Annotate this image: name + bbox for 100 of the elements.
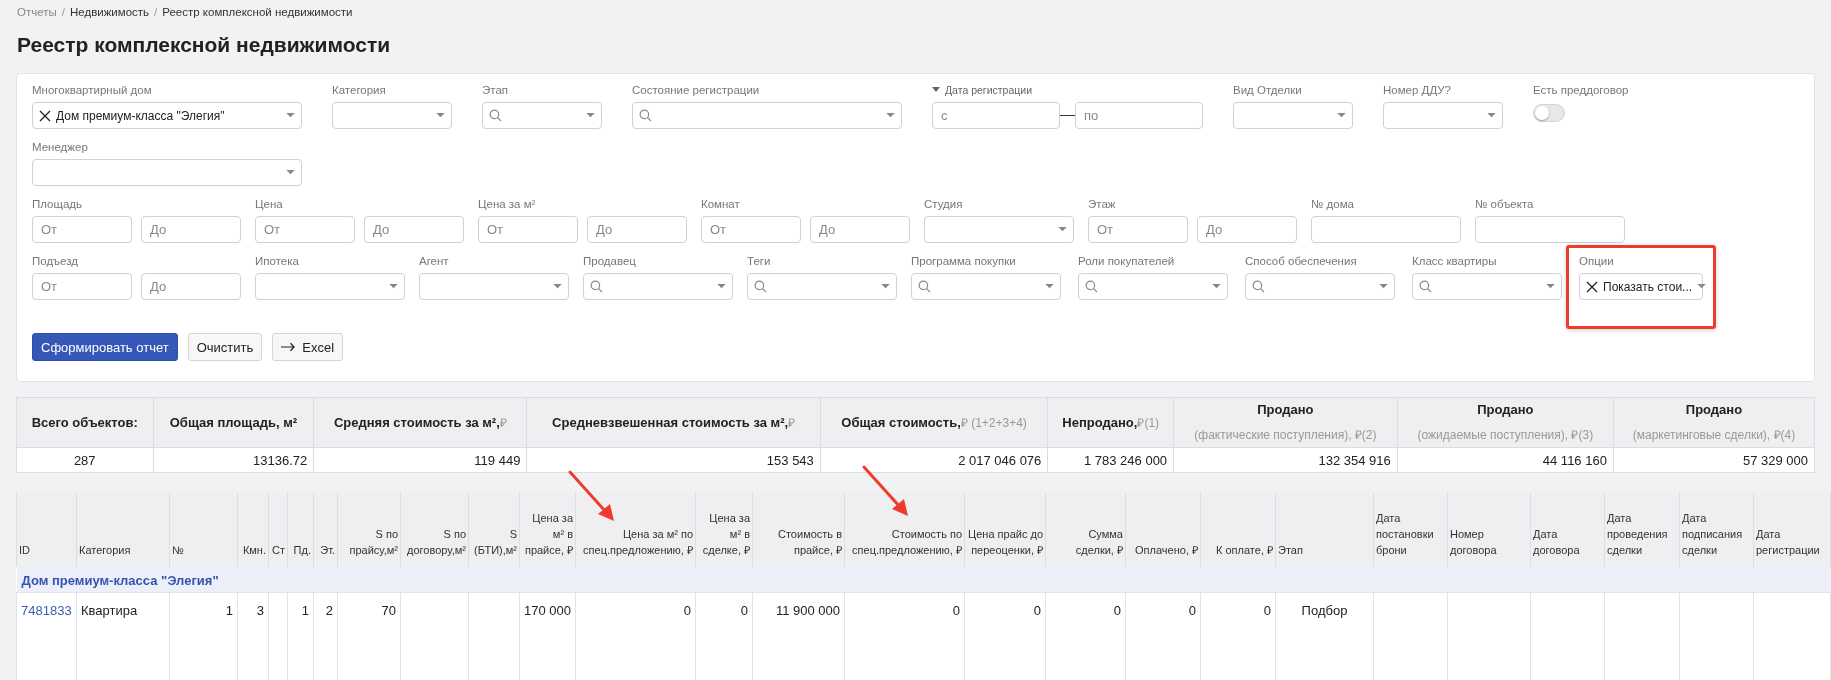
field-label: Продавец	[583, 255, 636, 267]
to-field[interactable]: До	[810, 216, 910, 243]
table-cell: 0	[683, 603, 691, 618]
column-header[interactable]: Цена за м² по спец.предложению, ₽	[575, 493, 696, 567]
column-header[interactable]: К оплате, ₽	[1200, 493, 1276, 567]
search-dropdown[interactable]	[583, 273, 733, 300]
search-dropdown[interactable]	[1412, 273, 1562, 300]
column-header[interactable]: Эт.	[313, 493, 338, 567]
column-header[interactable]: ID	[16, 493, 77, 567]
column-header[interactable]: S по договору,м²	[400, 493, 469, 567]
table-cell: 119 449	[313, 447, 527, 473]
field-label: Программа покупки	[911, 255, 1016, 267]
search-dropdown[interactable]	[632, 102, 902, 129]
column-header[interactable]: S по прайсу,м²	[337, 493, 401, 567]
column-header[interactable]: Стоимость по спец.предложению, ₽	[844, 493, 965, 567]
column-header[interactable]: Дата проведения сделки	[1604, 493, 1680, 567]
table-cell: 0	[1263, 603, 1271, 618]
column-header[interactable]: Оплачено, ₽	[1125, 493, 1201, 567]
id-link[interactable]: 7481833	[21, 603, 72, 618]
to-field[interactable]: До	[364, 216, 464, 243]
column-header[interactable]: Номер договора	[1447, 493, 1531, 567]
column-header[interactable]: S (БТИ),м²	[468, 493, 520, 567]
text-field[interactable]	[1311, 216, 1461, 243]
search-icon	[489, 109, 502, 122]
column-header[interactable]: Цена прайс до переоценки, ₽	[964, 493, 1046, 567]
dropdown[interactable]	[255, 273, 405, 300]
to-field[interactable]: До	[1197, 216, 1297, 243]
table-cell: 0	[740, 603, 748, 618]
dropdown[interactable]	[1383, 102, 1503, 129]
from-field[interactable]: От	[1088, 216, 1188, 243]
from-field[interactable]: От	[32, 216, 132, 243]
search-dropdown[interactable]	[911, 273, 1061, 300]
table-cell: 13136.72	[153, 447, 314, 473]
dropdown[interactable]	[419, 273, 569, 300]
to-field[interactable]: До	[141, 216, 241, 243]
dropdown[interactable]	[332, 102, 452, 129]
to-field[interactable]: До	[141, 273, 241, 300]
column-header[interactable]: Сумма сделки, ₽	[1045, 493, 1126, 567]
column-header[interactable]: Пд.	[287, 493, 314, 567]
from-field[interactable]: От	[255, 216, 355, 243]
column-header[interactable]: Кмн.	[237, 493, 269, 567]
close-icon[interactable]	[1586, 280, 1598, 293]
to-field[interactable]: До	[587, 216, 687, 243]
column-header[interactable]: Категория	[76, 493, 170, 567]
arrow-icon	[281, 342, 297, 352]
column-header[interactable]: Цена за м² в сделке, ₽	[695, 493, 753, 567]
caret-icon	[1337, 113, 1346, 118]
clear-button[interactable]: Очистить	[187, 333, 263, 361]
caret-icon	[586, 113, 595, 118]
table-cell: 1	[301, 603, 309, 618]
table-cell: 132 354 916	[1173, 447, 1398, 473]
column-header: Продано	[1256, 402, 1315, 417]
search-icon	[590, 280, 603, 293]
field-label: Студия	[924, 198, 963, 210]
dropdown[interactable]	[1233, 102, 1353, 129]
column-header[interactable]: Дата подписания сделки	[1679, 493, 1754, 567]
table-cell: 287	[16, 447, 153, 473]
search-icon	[1085, 280, 1098, 293]
breadcrumb-item[interactable]: Недвижимость	[69, 6, 150, 18]
generate-report-button[interactable]: Сформировать отчет	[32, 333, 178, 361]
breadcrumb-separator: /	[61, 6, 65, 18]
table-cell: 2	[325, 603, 333, 618]
date-from-field[interactable]: с	[932, 102, 1060, 129]
group-header[interactable]: Дом премиум-класса "Элегия"	[21, 572, 219, 588]
table-cell: 1 783 246 000	[1047, 447, 1174, 473]
dropdown[interactable]: Показать стои...	[1579, 273, 1703, 300]
column-header: Общая площадь, м²	[153, 397, 314, 448]
close-icon[interactable]	[39, 109, 51, 122]
export-button[interactable]: Excel	[272, 333, 344, 361]
column-header[interactable]: Стоимость в прайсе, ₽	[752, 493, 845, 567]
column-header[interactable]: Дата постановки брони	[1373, 493, 1448, 567]
dropdown[interactable]	[32, 159, 302, 186]
breadcrumb-item[interactable]: Реестр комплексной недвижимости	[162, 6, 353, 18]
column-header[interactable]: №	[169, 493, 238, 567]
column-header[interactable]: Этап	[1275, 493, 1374, 567]
dropdown[interactable]: Дом премиум-класса "Элегия"	[32, 102, 302, 129]
column-header[interactable]: Цена за м² в прайсе, ₽	[519, 493, 576, 567]
caret-icon[interactable]	[932, 87, 940, 93]
from-field[interactable]: От	[478, 216, 578, 243]
column-header: Непродано,	[1062, 415, 1138, 430]
search-dropdown[interactable]	[482, 102, 602, 129]
text-field[interactable]	[1475, 216, 1625, 243]
header-note: ₽(1)	[1137, 416, 1160, 430]
from-field[interactable]: От	[701, 216, 801, 243]
column-header: Продано	[1684, 402, 1744, 417]
toggle-switch[interactable]	[1533, 104, 1565, 122]
caret-icon	[1212, 284, 1221, 289]
dropdown[interactable]	[924, 216, 1074, 243]
from-field[interactable]: От	[32, 273, 132, 300]
table-cell: Квартира	[81, 603, 138, 618]
search-dropdown[interactable]	[1245, 273, 1395, 300]
search-dropdown[interactable]	[1078, 273, 1228, 300]
column-header: Средняя стоимость за м²,	[333, 415, 500, 430]
date-to-field[interactable]: по	[1075, 102, 1203, 129]
search-dropdown[interactable]	[747, 273, 897, 300]
column-header[interactable]: Дата регистрации	[1753, 493, 1831, 567]
breadcrumb-separator: /	[154, 6, 158, 18]
column-header[interactable]: Дата договора	[1530, 493, 1605, 567]
search-icon	[639, 109, 652, 122]
caret-icon	[886, 113, 895, 118]
